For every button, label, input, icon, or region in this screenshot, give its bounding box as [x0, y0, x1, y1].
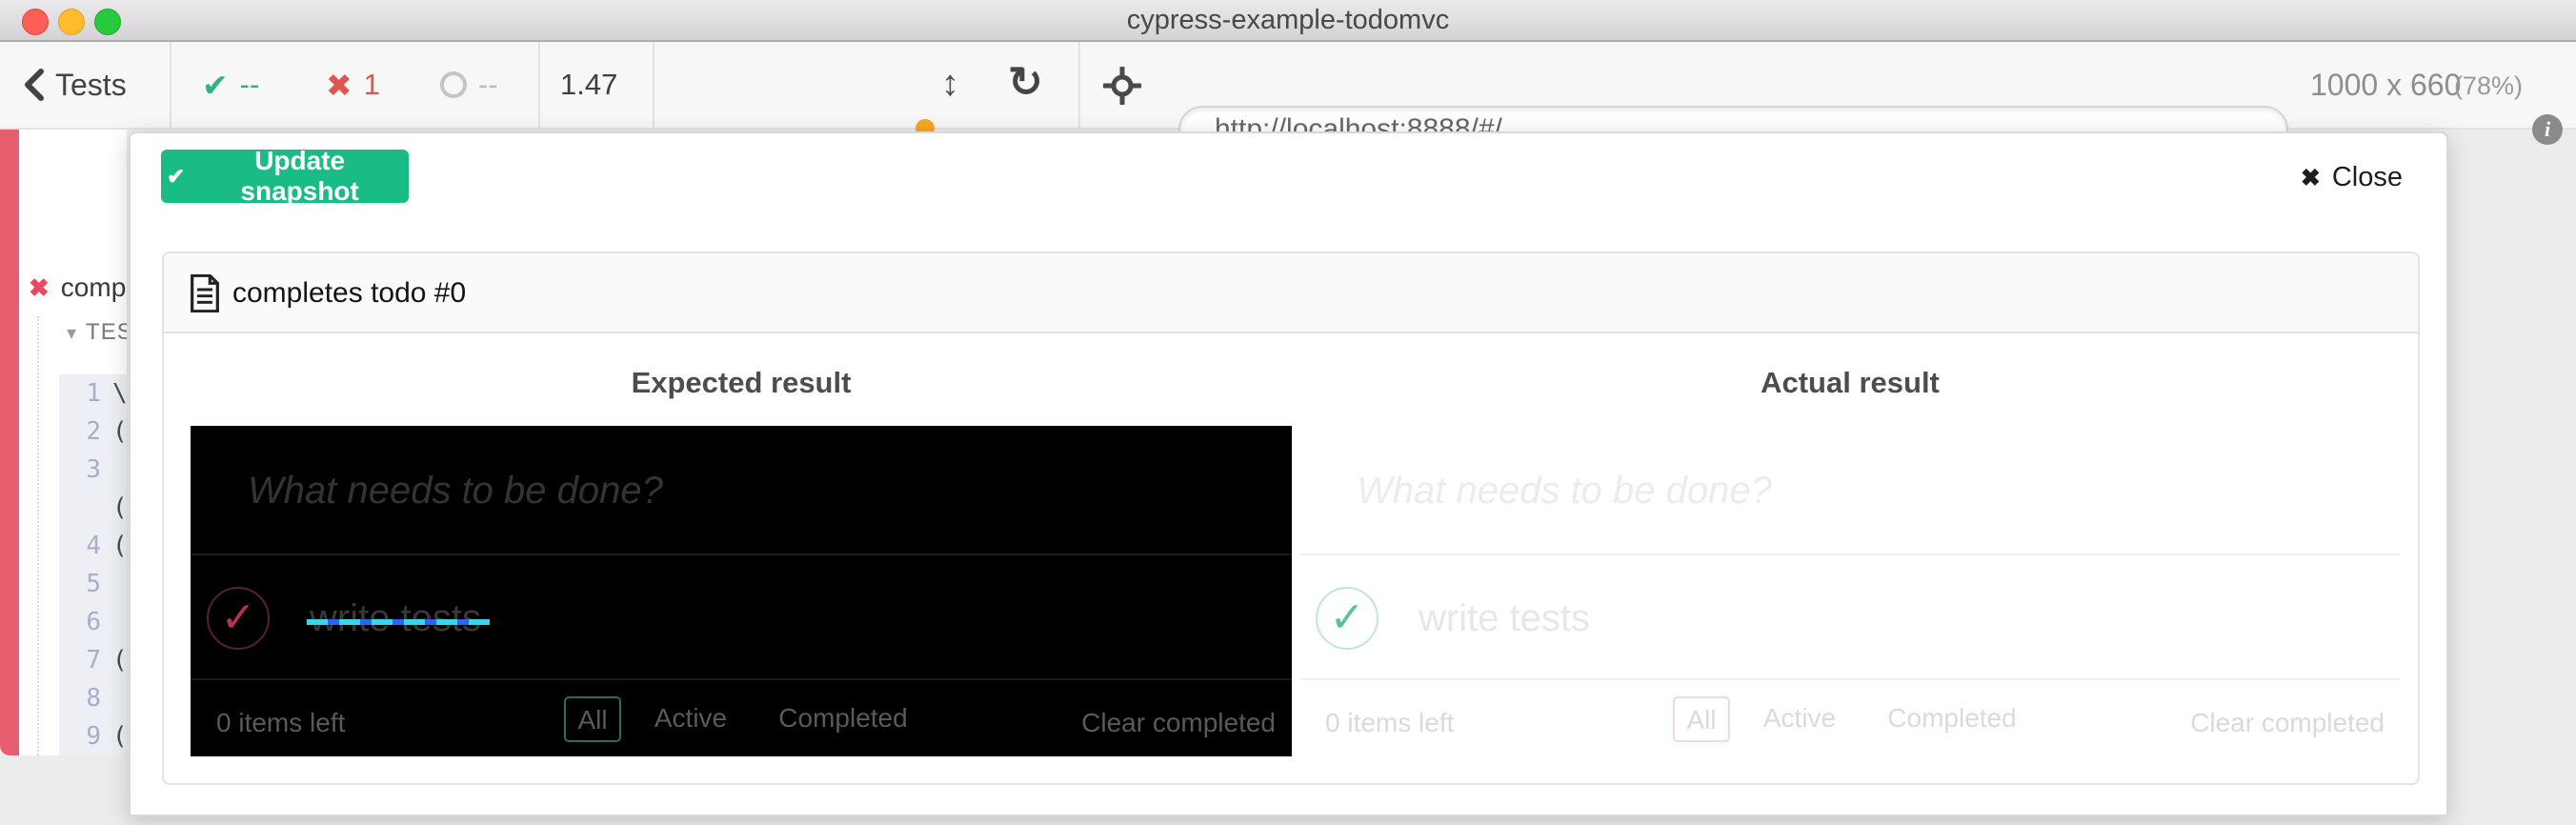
- expected-screenshot: What needs to be done? ✓ write tests 0 i…: [191, 426, 1292, 756]
- filter-all: All: [1673, 696, 1730, 742]
- actual-result-heading: Actual result: [1299, 366, 2401, 400]
- cypress-runner-window: cypress-example-todomvc Tests ✔ -- ✖ 1 -…: [0, 0, 2576, 825]
- caret-down-icon: ▾: [67, 321, 76, 345]
- divider: [191, 678, 1292, 680]
- code-line: 6: [59, 603, 127, 641]
- document-icon: [190, 274, 220, 312]
- failed-test-strip: [0, 130, 19, 755]
- clear-completed-label: Clear completed: [2190, 704, 2385, 742]
- todo-item-label: write tests: [310, 592, 481, 645]
- toolbar-separator: [170, 42, 171, 128]
- filter-all: All: [564, 696, 621, 742]
- info-icon[interactable]: i: [2532, 114, 2563, 145]
- back-to-tests-button[interactable]: Tests: [23, 42, 127, 128]
- snapshot-panel: completes todo #0 Expected result Actual…: [162, 252, 2420, 785]
- suite-label: TES: [86, 319, 127, 346]
- failed-test-title: compl: [61, 272, 127, 303]
- selector-playground-icon[interactable]: [1103, 67, 1141, 105]
- viewport-size: 1000 x 660: [2310, 42, 2461, 128]
- todo-input-placeholder: What needs to be done?: [1357, 464, 2214, 517]
- expected-result-heading: Expected result: [191, 366, 1292, 400]
- test-duration: 1.47: [560, 42, 617, 128]
- failed-test-row[interactable]: ✖ compl: [29, 272, 127, 303]
- update-snapshot-button[interactable]: ✔ Update snapshot: [161, 150, 409, 203]
- todo-input-placeholder: What needs to be done?: [248, 464, 1105, 517]
- toolbar-separator: [653, 42, 654, 128]
- test-title: completes todo #0: [232, 253, 466, 333]
- code-line: 7(: [59, 641, 127, 679]
- suite-row[interactable]: ▾ TES: [67, 319, 127, 346]
- pending-stat: --: [440, 42, 498, 128]
- code-line: 1\: [59, 374, 127, 412]
- failed-x-icon: ✖: [29, 273, 50, 303]
- items-left-label: 0 items left: [1325, 704, 1454, 742]
- diff-strikethrough-highlight: [307, 619, 490, 625]
- divider: [191, 553, 1292, 555]
- runner-toolbar: Tests ✔ -- ✖ 1 -- 1.47 ↕ ↻ 1000 x 660: [0, 42, 2576, 130]
- close-label: Close: [2332, 162, 2403, 193]
- check-icon: ✔: [202, 67, 229, 104]
- code-line: 8: [59, 679, 127, 717]
- check-icon: ✔: [167, 164, 185, 190]
- divider: [1299, 678, 2401, 680]
- actual-screenshot: What needs to be done? ✓ write tests 0 i…: [1299, 426, 2401, 756]
- clear-completed-label: Clear completed: [1081, 704, 1276, 742]
- reporter-sidebar: ✖ compl ▾ TES 1\ 2( 3 ( 4( 5 6 7( 8 9( 1…: [0, 130, 127, 755]
- viewport-scale: (78%): [2454, 42, 2523, 128]
- todo-toggle-icon: ✓: [207, 587, 270, 650]
- close-x-icon: ✖: [2301, 164, 2321, 192]
- update-snapshot-label: Update snapshot: [196, 146, 403, 207]
- todo-toggle-icon: ✓: [1316, 587, 1379, 650]
- passed-stat: ✔ --: [202, 42, 259, 128]
- todo-item-label: write tests: [1419, 592, 1590, 645]
- snapshot-diff-dialog: ✔ Update snapshot ✖ Close completes todo…: [129, 131, 2448, 816]
- passed-count: --: [240, 68, 260, 102]
- chevron-left-icon: [23, 69, 44, 101]
- pending-circle-icon: [440, 71, 467, 98]
- snapshot-panel-header: completes todo #0: [164, 253, 2418, 333]
- items-left-label: 0 items left: [216, 704, 345, 742]
- divider: [1299, 553, 2401, 555]
- window-title: cypress-example-todomvc: [0, 0, 2576, 40]
- filter-completed: Completed: [776, 696, 910, 742]
- window-titlebar: cypress-example-todomvc: [0, 0, 2576, 42]
- filter-active: Active: [648, 696, 734, 742]
- code-line: 5: [59, 565, 127, 603]
- code-line: 3: [59, 451, 127, 489]
- filter-completed: Completed: [1885, 696, 2019, 742]
- close-button[interactable]: ✖ Close: [2301, 162, 2403, 193]
- failed-stat: ✖ 1: [326, 42, 380, 128]
- toolbar-separator: [1078, 42, 1080, 128]
- failed-count: 1: [364, 68, 380, 102]
- refresh-icon[interactable]: ↻: [1008, 42, 1043, 128]
- indent-guide: [37, 316, 39, 755]
- toolbar-separator: [538, 42, 540, 128]
- filter-active: Active: [1757, 696, 1842, 742]
- code-line: (: [59, 489, 127, 527]
- x-icon: ✖: [326, 67, 352, 104]
- updown-arrow-icon: ↕: [941, 42, 959, 128]
- code-line: 9(: [59, 717, 127, 755]
- code-line: 4(: [59, 527, 127, 565]
- pending-count: --: [478, 68, 498, 102]
- back-label: Tests: [55, 68, 127, 103]
- code-line: 2(: [59, 412, 127, 451]
